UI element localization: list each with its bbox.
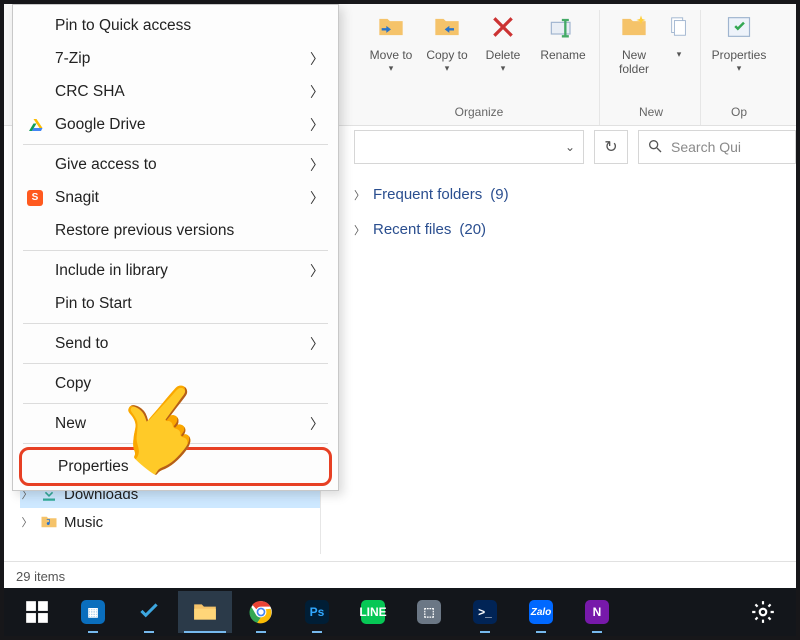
rename-icon xyxy=(548,12,578,42)
dropdown-caret-icon: ▾ xyxy=(445,63,450,74)
search-placeholder: Search Qui xyxy=(671,139,741,155)
refresh-icon: ↻ xyxy=(604,137,617,157)
properties-icon xyxy=(724,12,754,42)
refresh-button[interactable]: ↻ xyxy=(594,130,628,164)
taskbar-app-photoshop[interactable]: Ps xyxy=(290,591,344,633)
ribbon-group-label: Op xyxy=(731,103,747,125)
submenu-arrow-icon: 〉 xyxy=(310,82,324,102)
ribbon-group-organize: Move to ▾ Copy to ▾ Delete ▾ xyxy=(359,10,600,125)
taskbar-app-onenote[interactable]: N xyxy=(570,591,624,633)
ctx-new[interactable]: New 〉 xyxy=(13,407,338,440)
menu-separator xyxy=(23,403,328,404)
section-count: (20) xyxy=(459,221,486,238)
chevron-right-icon: 〉 xyxy=(20,514,34,530)
taskbar-app-explorer[interactable] xyxy=(178,591,232,633)
tree-item-music[interactable]: 〉 Music xyxy=(20,508,320,536)
menu-separator xyxy=(23,443,328,444)
ctx-google-drive[interactable]: Google Drive 〉 xyxy=(13,108,338,141)
ctx-snagit[interactable]: S Snagit 〉 xyxy=(13,181,338,214)
music-icon xyxy=(40,513,58,531)
ctx-give-access-to[interactable]: Give access to 〉 xyxy=(13,148,338,181)
ctx-send-to[interactable]: Send to 〉 xyxy=(13,327,338,360)
ribbon-group-open: Properties ▾ Op xyxy=(703,10,775,125)
menu-separator xyxy=(23,250,328,251)
dropdown-caret-icon: ▾ xyxy=(389,63,394,74)
submenu-arrow-icon: 〉 xyxy=(310,49,324,69)
delete-icon xyxy=(488,12,518,42)
dropdown-caret-icon: ▾ xyxy=(737,63,742,74)
move-to-icon xyxy=(376,12,406,42)
section-count: (9) xyxy=(490,186,508,203)
taskbar-app-line[interactable]: LINE xyxy=(346,591,400,633)
submenu-arrow-icon: 〉 xyxy=(310,115,324,135)
delete-button[interactable]: Delete ▾ xyxy=(477,10,529,74)
status-bar: 29 items xyxy=(16,569,65,584)
ribbon-group-label: Organize xyxy=(455,103,504,125)
properties-ribbon-button[interactable]: Properties ▾ xyxy=(709,10,769,74)
ctx-copy[interactable]: Copy xyxy=(13,367,338,400)
taskbar-app-zalo[interactable]: Zalo xyxy=(514,591,568,633)
ctx-restore-previous[interactable]: Restore previous versions xyxy=(13,214,338,247)
ctx-properties[interactable]: Properties xyxy=(19,447,332,486)
address-dropdown[interactable]: ⌄ xyxy=(354,130,584,164)
search-input[interactable]: Search Qui xyxy=(638,130,796,164)
move-to-button[interactable]: Move to ▾ xyxy=(365,10,417,74)
taskbar-app-generic[interactable]: ▦ xyxy=(66,591,120,633)
chevron-right-icon: 〉 xyxy=(354,222,365,238)
new-item-icon xyxy=(664,12,694,42)
submenu-arrow-icon: 〉 xyxy=(310,188,324,208)
menu-separator xyxy=(23,363,328,364)
ctx-crc-sha[interactable]: CRC SHA 〉 xyxy=(13,75,338,108)
taskbar-app-generic2[interactable]: ⬚ xyxy=(402,591,456,633)
ctx-pin-quick-access[interactable]: Pin to Quick access xyxy=(13,9,338,42)
item-count: 29 items xyxy=(16,569,65,584)
rename-button[interactable]: Rename xyxy=(533,10,593,74)
new-folder-icon xyxy=(619,12,649,42)
ctx-pin-to-start[interactable]: Pin to Start xyxy=(13,287,338,320)
taskbar-app-powershell[interactable]: >_ xyxy=(458,591,512,633)
menu-separator xyxy=(23,323,328,324)
submenu-arrow-icon: 〉 xyxy=(310,155,324,175)
new-item-button[interactable]: ▾ xyxy=(664,10,694,76)
taskbar: ▦ Ps LINE ⬚ >_ Zalo N xyxy=(4,588,796,636)
ctx-include-in-library[interactable]: Include in library 〉 xyxy=(13,254,338,287)
recent-files-section[interactable]: 〉 Recent files (20) xyxy=(354,221,796,238)
statusbar-divider xyxy=(4,561,796,562)
snagit-icon: S xyxy=(25,190,45,206)
context-menu: Pin to Quick access 7-Zip 〉 CRC SHA 〉 Go… xyxy=(12,4,339,491)
taskbar-app-chrome[interactable] xyxy=(234,591,288,633)
copy-to-icon xyxy=(432,12,462,42)
dropdown-caret-icon: ▾ xyxy=(501,63,506,74)
submenu-arrow-icon: 〉 xyxy=(310,334,324,354)
start-button[interactable] xyxy=(10,591,64,633)
taskbar-app-todo[interactable] xyxy=(122,591,176,633)
google-drive-icon xyxy=(25,116,45,134)
section-label: Frequent folders xyxy=(373,186,482,203)
ribbon-group-new: New folder ▾ New xyxy=(602,10,701,125)
ctx-7zip[interactable]: 7-Zip 〉 xyxy=(13,42,338,75)
submenu-arrow-icon: 〉 xyxy=(310,261,324,281)
taskbar-settings[interactable] xyxy=(736,591,790,633)
chevron-down-icon: ⌄ xyxy=(565,140,575,154)
menu-separator xyxy=(23,144,328,145)
new-folder-button[interactable]: New folder xyxy=(608,10,660,76)
section-label: Recent files xyxy=(373,221,451,238)
search-icon xyxy=(647,138,663,157)
frequent-folders-section[interactable]: 〉 Frequent folders (9) xyxy=(354,186,796,203)
submenu-arrow-icon: 〉 xyxy=(310,414,324,434)
ribbon-group-label: New xyxy=(639,103,663,125)
tree-item-label: Music xyxy=(64,514,103,531)
chevron-right-icon: 〉 xyxy=(354,187,365,203)
copy-to-button[interactable]: Copy to ▾ xyxy=(421,10,473,74)
